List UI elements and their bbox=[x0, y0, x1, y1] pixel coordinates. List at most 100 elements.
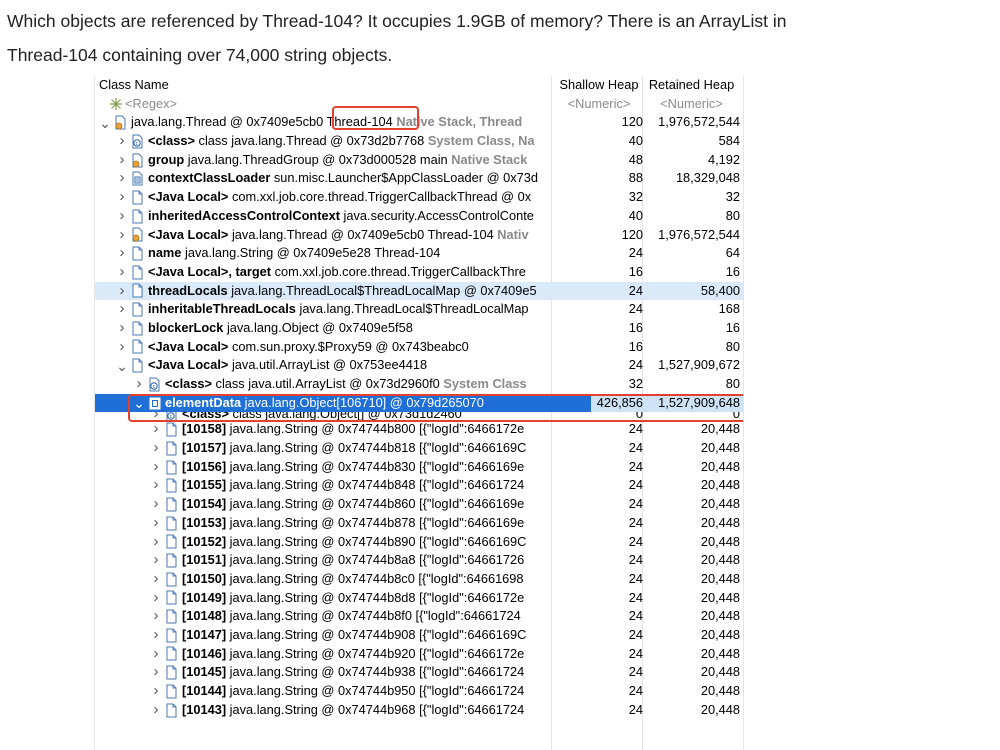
class-name-cell[interactable]: › [10143] java.lang.String @ 0x74744b968 … bbox=[95, 701, 608, 720]
element-10156[interactable]: › [10156] java.lang.String @ 0x74744b830 … bbox=[95, 458, 743, 477]
expand-closed-chevron-icon[interactable]: › bbox=[116, 319, 128, 338]
expand-closed-chevron-icon[interactable]: › bbox=[116, 226, 128, 245]
expand-closed-chevron-icon[interactable]: › bbox=[150, 412, 162, 420]
element-10148[interactable]: › [10148] java.lang.String @ 0x74744b8f0 … bbox=[95, 607, 743, 626]
element-data-class-ref[interactable]: ›c <class> class java.lang.Object[] @ 0x7… bbox=[95, 412, 743, 421]
class-name-cell[interactable]: › c <class> class java.util.ArrayList @ 0x… bbox=[95, 375, 591, 394]
expand-closed-chevron-icon[interactable]: › bbox=[116, 263, 128, 282]
thread-root[interactable]: ⌄ java.lang.Thread @ 0x7409e5cb0 Thread-1… bbox=[95, 113, 743, 132]
expand-closed-chevron-icon[interactable]: › bbox=[150, 626, 162, 645]
expand-closed-chevron-icon[interactable]: › bbox=[116, 300, 128, 319]
class-name-cell[interactable]: › [10157] java.lang.String @ 0x74744b818 … bbox=[95, 439, 608, 458]
expand-closed-chevron-icon[interactable]: › bbox=[150, 420, 162, 439]
class-name-cell[interactable]: › <Java Local> java.lang.Thread @ 0x7409e… bbox=[95, 226, 574, 245]
expand-closed-chevron-icon[interactable]: › bbox=[150, 514, 162, 533]
expand-closed-chevron-icon[interactable]: › bbox=[150, 551, 162, 570]
class-name-cell[interactable]: › [10154] java.lang.String @ 0x74744b860 … bbox=[95, 495, 608, 514]
class-name-cell[interactable]: › [10151] java.lang.String @ 0x74744b8a8 … bbox=[95, 551, 608, 570]
expand-closed-chevron-icon[interactable]: › bbox=[133, 375, 145, 394]
element-10157[interactable]: › [10157] java.lang.String @ 0x74744b818 … bbox=[95, 439, 743, 458]
group-ref[interactable]: › group java.lang.ThreadGroup @ 0x73d0005… bbox=[95, 151, 743, 170]
blocker-lock-ref[interactable]: › blockerLock java.lang.Object @ 0x7409e5… bbox=[95, 319, 743, 338]
column-header-retained-heap[interactable]: Retained Heap bbox=[643, 76, 740, 95]
expand-closed-chevron-icon[interactable]: › bbox=[150, 607, 162, 626]
element-10152[interactable]: › [10152] java.lang.String @ 0x74744b890 … bbox=[95, 533, 743, 552]
expand-closed-chevron-icon[interactable]: › bbox=[150, 476, 162, 495]
class-name-cell[interactable]: ⌄ elementData java.lang.Object[106710] @ … bbox=[95, 393, 591, 413]
arraylist-class-ref[interactable]: › c <class> class java.util.ArrayList @ 0x… bbox=[95, 375, 743, 394]
class-name-cell[interactable]: › [10155] java.lang.String @ 0x74744b848 … bbox=[95, 476, 608, 495]
expand-open-chevron-icon[interactable]: ⌄ bbox=[116, 359, 128, 373]
java-local-arraylist[interactable]: ⌄ <Java Local> java.util.ArrayList @ 0x75… bbox=[95, 356, 743, 375]
thread-locals-ref[interactable]: › threadLocals java.lang.ThreadLocal$Thre… bbox=[95, 281, 743, 301]
element-data-array[interactable]: ⌄ elementData java.lang.Object[106710] @ … bbox=[95, 393, 743, 413]
class-name-cell[interactable]: › contextClassLoader sun.misc.Launcher$Ap… bbox=[95, 169, 574, 188]
class-name-cell[interactable]: › group java.lang.ThreadGroup @ 0x73d0005… bbox=[95, 151, 574, 170]
class-name-cell[interactable]: › <Java Local> com.sun.proxy.$Proxy59 @ 0… bbox=[95, 338, 574, 357]
expand-closed-chevron-icon[interactable]: › bbox=[150, 533, 162, 552]
class-name-cell[interactable]: › inheritedAccessControlContext java.secu… bbox=[95, 207, 574, 226]
name-ref[interactable]: › name java.lang.String @ 0x7409e5e28 Thr… bbox=[95, 244, 743, 263]
expand-closed-chevron-icon[interactable]: › bbox=[116, 188, 128, 207]
class-ref[interactable]: › c <class> class java.lang.Thread @ 0x73d… bbox=[95, 132, 743, 151]
element-10144[interactable]: › [10144] java.lang.String @ 0x74744b950 … bbox=[95, 682, 743, 701]
class-name-cell[interactable]: › blockerLock java.lang.Object @ 0x7409e5… bbox=[95, 319, 574, 338]
inheritable-thread-locals-ref[interactable]: › inheritableThreadLocals java.lang.Threa… bbox=[95, 300, 743, 319]
class-name-cell[interactable]: › name java.lang.String @ 0x7409e5e28 Thr… bbox=[95, 244, 574, 263]
expand-closed-chevron-icon[interactable]: › bbox=[116, 151, 128, 170]
expand-closed-chevron-icon[interactable]: › bbox=[150, 495, 162, 514]
expand-closed-chevron-icon[interactable]: › bbox=[116, 132, 128, 151]
retained-heap-filter-input[interactable]: <Numeric> bbox=[643, 95, 740, 114]
class-name-cell[interactable]: › [10153] java.lang.String @ 0x74744b878 … bbox=[95, 514, 608, 533]
expand-closed-chevron-icon[interactable]: › bbox=[150, 439, 162, 458]
column-header-class-name[interactable]: Class Name bbox=[95, 76, 553, 95]
class-name-cell[interactable]: › [10158] java.lang.String @ 0x74744b800 … bbox=[95, 420, 608, 439]
element-10145[interactable]: › [10145] java.lang.String @ 0x74744b938 … bbox=[95, 663, 743, 682]
java-local-callback-thread[interactable]: › <Java Local> com.xxl.job.core.thread.Tr… bbox=[95, 188, 743, 207]
element-10147[interactable]: › [10147] java.lang.String @ 0x74744b908 … bbox=[95, 626, 743, 645]
class-name-cell[interactable]: › <Java Local>, target com.xxl.job.core.t… bbox=[95, 263, 574, 282]
class-name-cell[interactable]: › [10150] java.lang.String @ 0x74744b8c0 … bbox=[95, 570, 608, 589]
element-10154[interactable]: › [10154] java.lang.String @ 0x74744b860 … bbox=[95, 495, 743, 514]
class-name-cell[interactable]: › c <class> class java.lang.Thread @ 0x73d… bbox=[95, 132, 574, 151]
class-name-cell[interactable]: ⌄ <Java Local> java.util.ArrayList @ 0x75… bbox=[95, 356, 574, 375]
expand-closed-chevron-icon[interactable]: › bbox=[116, 169, 128, 188]
class-name-cell[interactable]: › [10156] java.lang.String @ 0x74744b830 … bbox=[95, 458, 608, 477]
expand-open-chevron-icon[interactable]: ⌄ bbox=[99, 116, 111, 130]
expand-closed-chevron-icon[interactable]: › bbox=[116, 338, 128, 357]
class-name-cell[interactable]: › [10144] java.lang.String @ 0x74744b950 … bbox=[95, 682, 608, 701]
expand-closed-chevron-icon[interactable]: › bbox=[116, 244, 128, 263]
class-name-cell[interactable]: › [10147] java.lang.String @ 0x74744b908 … bbox=[95, 626, 608, 645]
class-name-cell[interactable]: › [10152] java.lang.String @ 0x74744b890 … bbox=[95, 533, 608, 552]
shallow-heap-filter-input[interactable]: <Numeric> bbox=[555, 95, 643, 114]
element-10143[interactable]: › [10143] java.lang.String @ 0x74744b968 … bbox=[95, 701, 743, 720]
element-10158[interactable]: › [10158] java.lang.String @ 0x74744b800 … bbox=[95, 420, 743, 439]
element-10155[interactable]: › [10155] java.lang.String @ 0x74744b848 … bbox=[95, 476, 743, 495]
class-name-cell[interactable]: › [10145] java.lang.String @ 0x74744b938 … bbox=[95, 663, 608, 682]
java-local-proxy-ref[interactable]: › <Java Local> com.sun.proxy.$Proxy59 @ 0… bbox=[95, 338, 743, 357]
class-name-cell[interactable]: › <Java Local> com.xxl.job.core.thread.Tr… bbox=[95, 188, 574, 207]
element-10153[interactable]: › [10153] java.lang.String @ 0x74744b878 … bbox=[95, 514, 743, 533]
expand-closed-chevron-icon[interactable]: › bbox=[150, 682, 162, 701]
class-name-cell[interactable]: › inheritableThreadLocals java.lang.Threa… bbox=[95, 300, 574, 319]
expand-open-chevron-icon[interactable]: ⌄ bbox=[133, 396, 145, 410]
expand-closed-chevron-icon[interactable]: › bbox=[150, 663, 162, 682]
element-10149[interactable]: › [10149] java.lang.String @ 0x74744b8d8 … bbox=[95, 589, 743, 608]
expand-closed-chevron-icon[interactable]: › bbox=[150, 458, 162, 477]
class-name-cell[interactable]: › threadLocals java.lang.ThreadLocal$Thre… bbox=[95, 282, 574, 301]
class-name-cell[interactable]: › [10146] java.lang.String @ 0x74744b920 … bbox=[95, 645, 608, 664]
class-name-cell[interactable]: › [10148] java.lang.String @ 0x74744b8f0 … bbox=[95, 607, 608, 626]
class-name-cell[interactable]: › [10149] java.lang.String @ 0x74744b8d8 … bbox=[95, 589, 608, 608]
element-10151[interactable]: › [10151] java.lang.String @ 0x74744b8a8 … bbox=[95, 551, 743, 570]
expand-closed-chevron-icon[interactable]: › bbox=[150, 701, 162, 720]
column-header-shallow-heap[interactable]: Shallow Heap bbox=[555, 76, 643, 95]
expand-closed-chevron-icon[interactable]: › bbox=[150, 570, 162, 589]
regex-filter-input[interactable]: <Regex> bbox=[95, 95, 553, 114]
inherited-acc-ref[interactable]: › inheritedAccessControlContext java.secu… bbox=[95, 207, 743, 226]
expand-closed-chevron-icon[interactable]: › bbox=[150, 645, 162, 664]
expand-closed-chevron-icon[interactable]: › bbox=[150, 589, 162, 608]
class-name-cell[interactable]: ⌄ java.lang.Thread @ 0x7409e5cb0 Thread-1… bbox=[95, 113, 557, 132]
class-name-cell[interactable]: ›c <class> class java.lang.Object[] @ 0x7… bbox=[95, 412, 608, 421]
java-local-thread[interactable]: › <Java Local> java.lang.Thread @ 0x7409e… bbox=[95, 226, 743, 245]
element-10146[interactable]: › [10146] java.lang.String @ 0x74744b920 … bbox=[95, 645, 743, 664]
